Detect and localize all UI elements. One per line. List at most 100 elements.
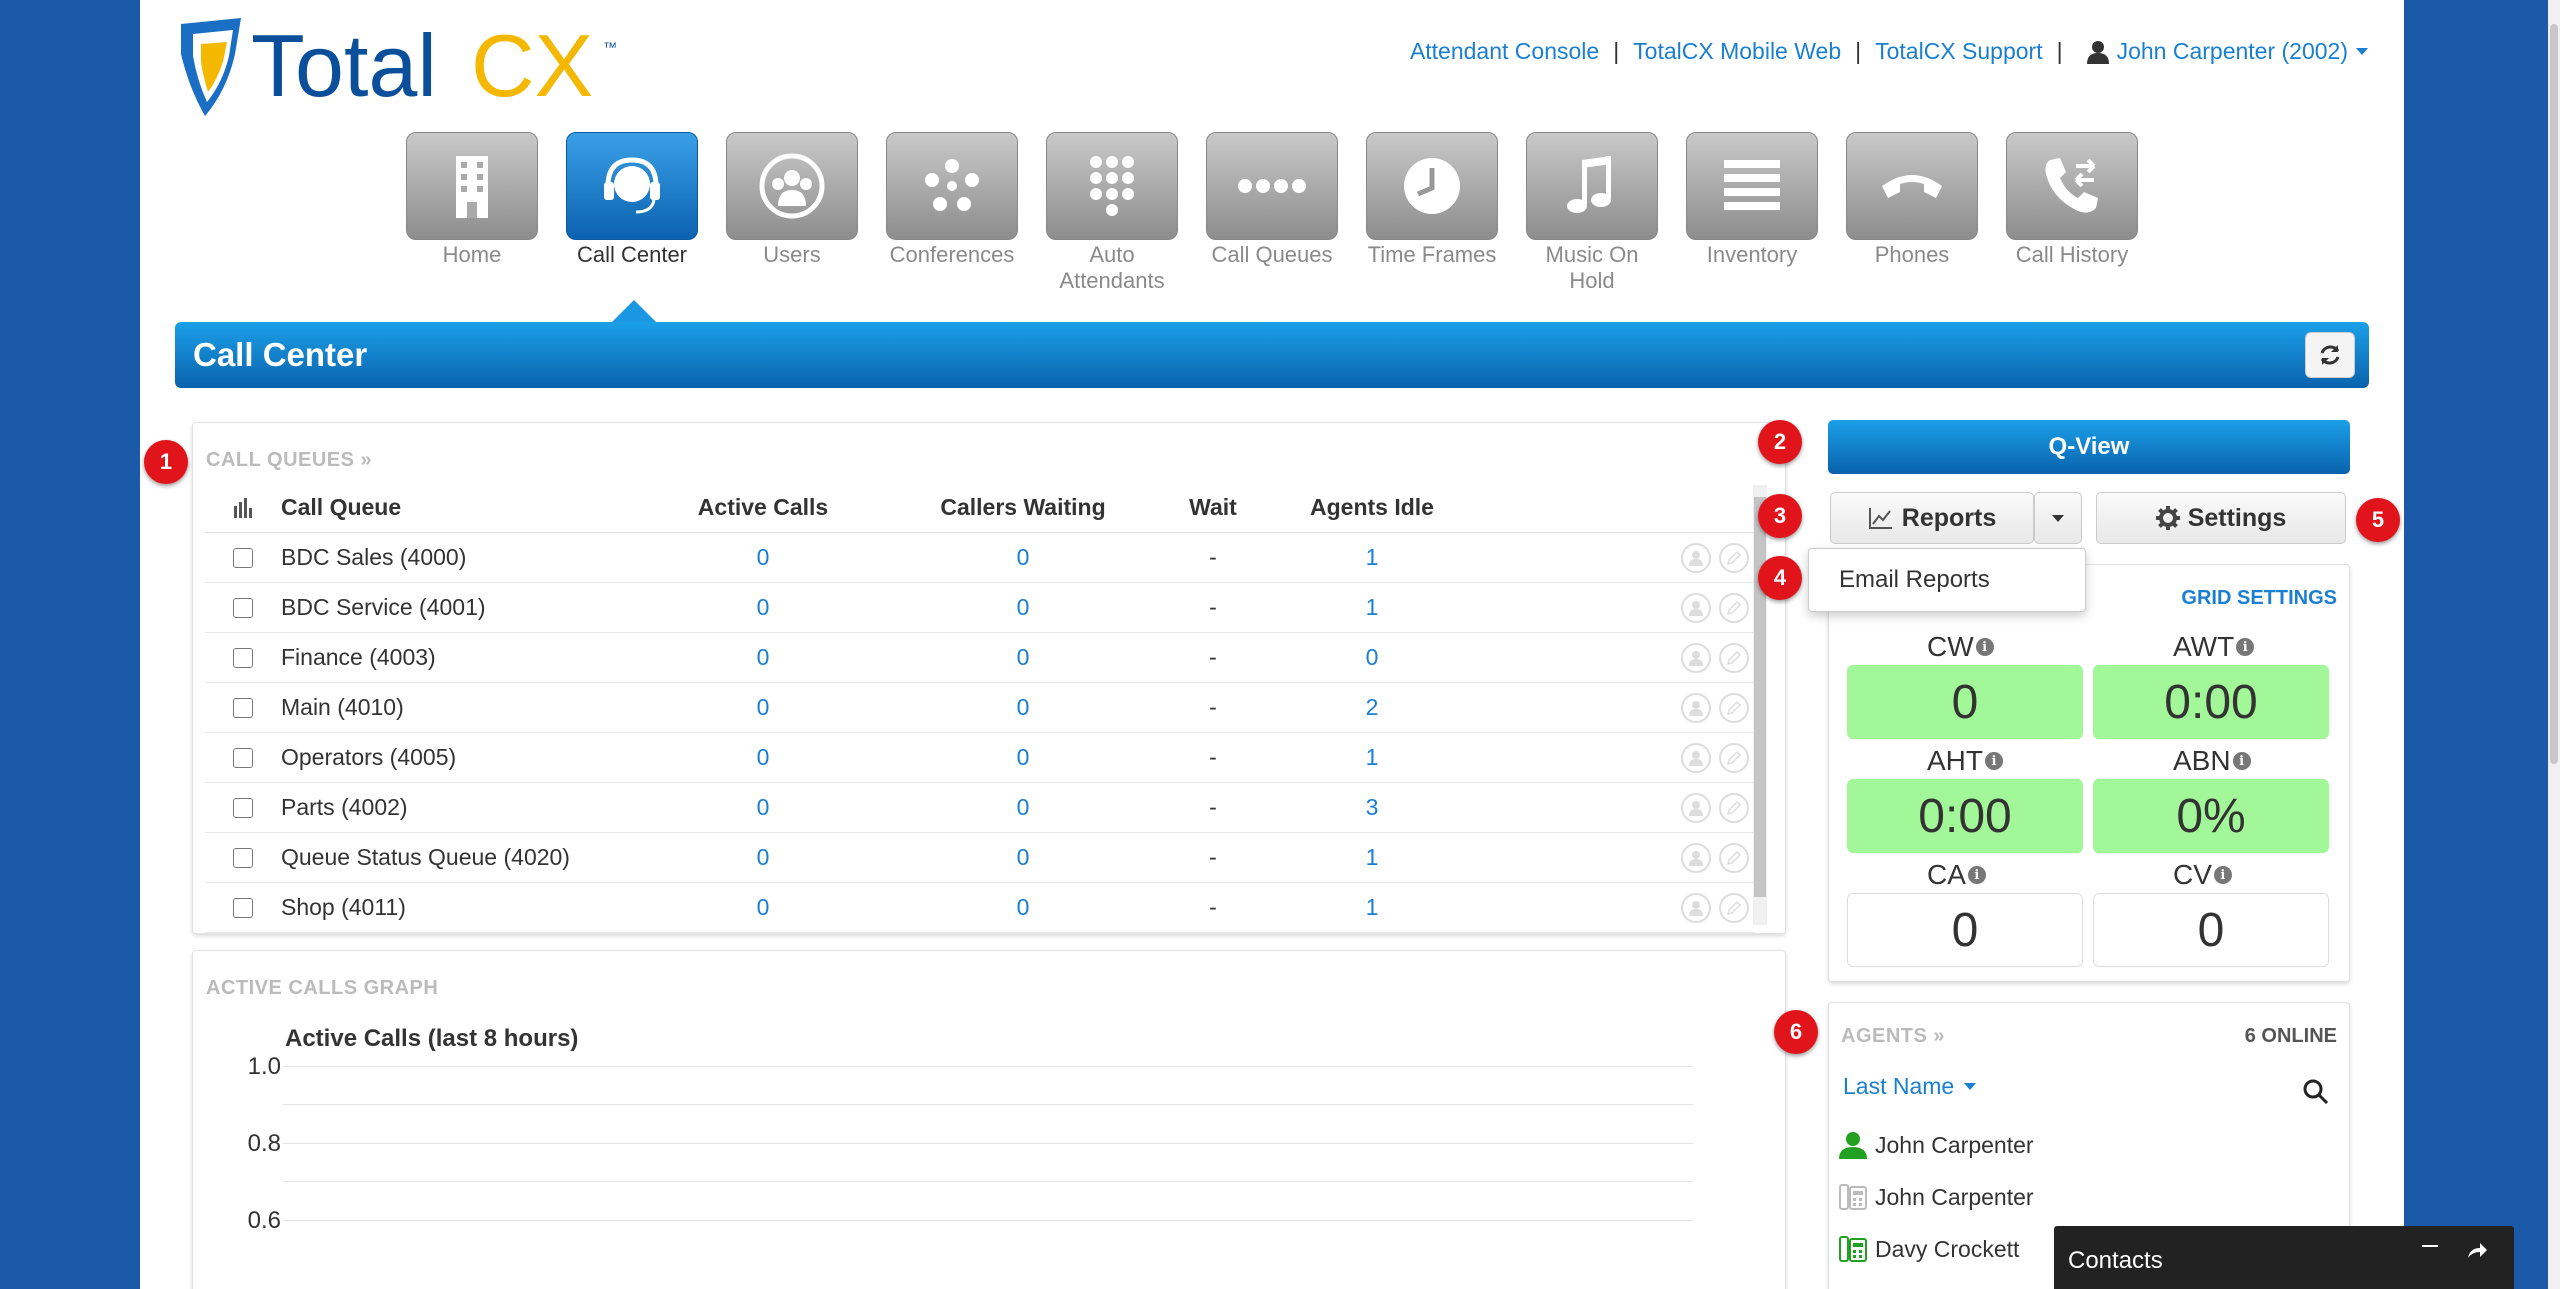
- table-row[interactable]: Operators (4005) 0 0-1: [205, 733, 1755, 783]
- bar-chart-icon[interactable]: [234, 497, 252, 518]
- row-checkbox[interactable]: [233, 797, 253, 818]
- row-checkbox[interactable]: [233, 597, 253, 618]
- agents-idle-value[interactable]: 3: [1243, 794, 1501, 821]
- nav-home[interactable]: Home: [406, 132, 538, 294]
- info-icon[interactable]: i: [1985, 752, 2003, 770]
- col-call-queue[interactable]: Call Queue: [281, 494, 663, 521]
- nav-call-queues[interactable]: Call Queues: [1206, 132, 1338, 294]
- mobile-web-link[interactable]: TotalCX Mobile Web: [1633, 38, 1841, 65]
- settings-button[interactable]: Settings: [2096, 492, 2346, 544]
- reports-button[interactable]: Reports: [1830, 492, 2034, 544]
- active-calls-value[interactable]: 0: [663, 694, 863, 721]
- row-checkbox[interactable]: [233, 897, 253, 918]
- page-scrollbar[interactable]: [2548, 0, 2560, 1289]
- table-row[interactable]: Main (4010) 0 0-2: [205, 683, 1755, 733]
- info-icon[interactable]: i: [2236, 638, 2255, 656]
- sort-dropdown[interactable]: Last Name: [1843, 1073, 1977, 1100]
- table-row[interactable]: BDC Service (4001) 0 0-1: [205, 583, 1755, 633]
- agent-user-icon[interactable]: [1681, 742, 1711, 773]
- nav-conferences[interactable]: Conferences: [886, 132, 1018, 294]
- info-icon[interactable]: i: [2213, 866, 2232, 884]
- minimize-icon[interactable]: [2420, 1240, 2440, 1260]
- callers-waiting-value[interactable]: 0: [863, 694, 1183, 721]
- table-row[interactable]: Parts (4002) 0 0-3: [205, 783, 1755, 833]
- agent-item[interactable]: Davy Crockett: [1839, 1235, 2019, 1263]
- contacts-bar[interactable]: Contacts: [2054, 1226, 2514, 1289]
- nav-phones[interactable]: Phones: [1846, 132, 1978, 294]
- attendant-console-link[interactable]: Attendant Console: [1410, 38, 1599, 65]
- callers-waiting-value[interactable]: 0: [863, 644, 1183, 671]
- edit-pencil-icon[interactable]: [1719, 892, 1749, 923]
- queue-name[interactable]: Finance (4003): [281, 644, 663, 671]
- callers-waiting-value[interactable]: 0: [863, 894, 1183, 921]
- stat-value-box[interactable]: 0:00: [2093, 665, 2329, 739]
- edit-pencil-icon[interactable]: [1719, 592, 1749, 623]
- queue-name[interactable]: Main (4010): [281, 694, 663, 721]
- edit-pencil-icon[interactable]: [1719, 642, 1749, 673]
- agent-item[interactable]: John Carpenter: [1839, 1131, 2034, 1159]
- refresh-button[interactable]: [2305, 332, 2355, 378]
- stat-value-box[interactable]: 0:00: [1847, 779, 2083, 853]
- agent-user-icon[interactable]: [1681, 592, 1711, 623]
- col-agents-idle[interactable]: Agents Idle: [1243, 494, 1501, 521]
- agents-idle-value[interactable]: 1: [1243, 844, 1501, 871]
- search-icon[interactable]: [2303, 1079, 2329, 1110]
- grid-settings-link[interactable]: GRID SETTINGS: [2181, 587, 2337, 610]
- nav-auto-attendants[interactable]: Auto Attendants: [1046, 132, 1178, 294]
- edit-pencil-icon[interactable]: [1719, 742, 1749, 773]
- user-menu[interactable]: John Carpenter (2002): [2086, 38, 2368, 65]
- agent-item[interactable]: John Carpenter: [1839, 1183, 2034, 1211]
- active-calls-value[interactable]: 0: [663, 844, 863, 871]
- agents-idle-value[interactable]: 2: [1243, 694, 1501, 721]
- totalcx-logo[interactable]: Total CX ™: [175, 16, 695, 118]
- active-calls-value[interactable]: 0: [663, 744, 863, 771]
- stat-value-box[interactable]: 0: [1847, 893, 2083, 967]
- queue-name[interactable]: BDC Service (4001): [281, 594, 663, 621]
- agent-user-icon[interactable]: [1681, 692, 1711, 723]
- stat-value-box[interactable]: 0: [1847, 665, 2083, 739]
- active-calls-value[interactable]: 0: [663, 644, 863, 671]
- stat-value-box[interactable]: 0%: [2093, 779, 2329, 853]
- row-checkbox[interactable]: [233, 747, 253, 768]
- info-icon[interactable]: i: [2232, 752, 2251, 770]
- queue-name[interactable]: Parts (4002): [281, 794, 663, 821]
- agents-heading[interactable]: AGENTS »: [1841, 1025, 1945, 1048]
- table-row[interactable]: BDC Sales (4000) 0 0-1: [205, 533, 1755, 583]
- col-active-calls[interactable]: Active Calls: [663, 494, 863, 521]
- q-view-button[interactable]: Q-View: [1828, 420, 2350, 474]
- queue-name[interactable]: Shop (4011): [281, 894, 663, 921]
- row-checkbox[interactable]: [233, 847, 253, 868]
- queue-name[interactable]: BDC Sales (4000): [281, 544, 663, 571]
- nav-inventory[interactable]: Inventory: [1686, 132, 1818, 294]
- queue-name[interactable]: Queue Status Queue (4020): [281, 844, 663, 871]
- agent-user-icon[interactable]: [1681, 892, 1711, 923]
- edit-pencil-icon[interactable]: [1719, 842, 1749, 873]
- table-scrollbar[interactable]: [1753, 485, 1767, 925]
- info-icon[interactable]: i: [1967, 866, 1986, 884]
- callers-waiting-value[interactable]: 0: [863, 844, 1183, 871]
- active-calls-value[interactable]: 0: [663, 894, 863, 921]
- popout-icon[interactable]: [2466, 1240, 2488, 1260]
- agents-idle-value[interactable]: 0: [1243, 644, 1501, 671]
- row-checkbox[interactable]: [233, 647, 253, 668]
- col-callers-waiting[interactable]: Callers Waiting: [863, 494, 1183, 521]
- edit-pencil-icon[interactable]: [1719, 542, 1749, 573]
- nav-time-frames[interactable]: Time Frames: [1366, 132, 1498, 294]
- callers-waiting-value[interactable]: 0: [863, 794, 1183, 821]
- active-calls-value[interactable]: 0: [663, 594, 863, 621]
- callers-waiting-value[interactable]: 0: [863, 544, 1183, 571]
- col-wait[interactable]: Wait: [1183, 494, 1243, 521]
- agent-user-icon[interactable]: [1681, 842, 1711, 873]
- agents-idle-value[interactable]: 1: [1243, 594, 1501, 621]
- table-row[interactable]: Shop (4011) 0 0-1: [205, 883, 1755, 933]
- agents-idle-value[interactable]: 1: [1243, 544, 1501, 571]
- callers-waiting-value[interactable]: 0: [863, 594, 1183, 621]
- edit-pencil-icon[interactable]: [1719, 792, 1749, 823]
- email-reports-menu-item[interactable]: Email Reports: [1808, 548, 2086, 612]
- row-checkbox[interactable]: [233, 697, 253, 718]
- agents-idle-value[interactable]: 1: [1243, 894, 1501, 921]
- active-calls-value[interactable]: 0: [663, 544, 863, 571]
- nav-music-on-hold[interactable]: Music On Hold: [1526, 132, 1658, 294]
- info-icon[interactable]: i: [1975, 638, 1994, 656]
- active-calls-value[interactable]: 0: [663, 794, 863, 821]
